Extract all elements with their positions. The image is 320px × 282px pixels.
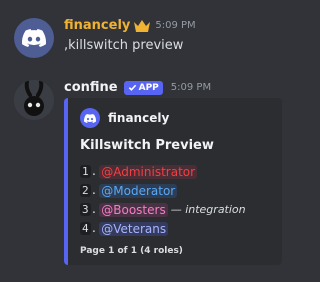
role-mention[interactable]: @Administrator — [99, 164, 198, 179]
role-mention[interactable]: @Moderator — [99, 183, 178, 198]
embed-footer: Page 1 of 1 (4 roles) — [80, 246, 183, 256]
embed-author-name: financely — [108, 111, 170, 125]
avatar-financely[interactable] — [14, 18, 54, 58]
message-content: ,killswitch preview — [64, 38, 184, 53]
role-list-item: 3. @Boosters — integration — [80, 202, 246, 217]
role-number: 1 — [80, 165, 91, 178]
role-list-item: 2. @Moderator — [80, 183, 178, 198]
embed-author-avatar[interactable] — [80, 108, 100, 128]
embed-author: financely — [80, 108, 169, 128]
crown-icon — [133, 19, 151, 33]
username-confine[interactable]: confine — [64, 80, 118, 95]
message-timestamp: 5:09 PM — [155, 20, 196, 31]
message-header-confine: confine APP 5:09 PM — [64, 80, 211, 95]
discord-logo-icon — [84, 113, 96, 123]
role-number: 4 — [80, 222, 91, 235]
role-number: 2 — [80, 184, 91, 197]
bunny-avatar-icon — [14, 80, 54, 120]
role-note: — integration — [170, 203, 246, 216]
embed-title: Killswitch Preview — [80, 138, 214, 153]
app-badge-label: APP — [138, 82, 159, 93]
role-list-item: 1. @Administrator — [80, 164, 198, 179]
role-list: 1. @Administrator 2. @Moderator 3. @Boos… — [80, 162, 246, 238]
role-list-item: 4. @Veterans — [80, 221, 169, 236]
message-timestamp: 5:09 PM — [170, 82, 212, 93]
embed: financely Killswitch Preview 1. @Adminis… — [64, 98, 282, 265]
app-badge: APP — [123, 80, 163, 95]
avatar-confine[interactable] — [14, 80, 54, 120]
discord-logo-icon — [22, 29, 46, 47]
role-mention[interactable]: @Boosters — [99, 202, 168, 217]
username-financely[interactable]: financely — [64, 18, 130, 33]
message-header-financely: financely 5:09 PM — [64, 18, 196, 33]
role-mention[interactable]: @Veterans — [99, 221, 169, 236]
verified-check-icon — [128, 84, 136, 91]
role-number: 3 — [80, 203, 91, 216]
